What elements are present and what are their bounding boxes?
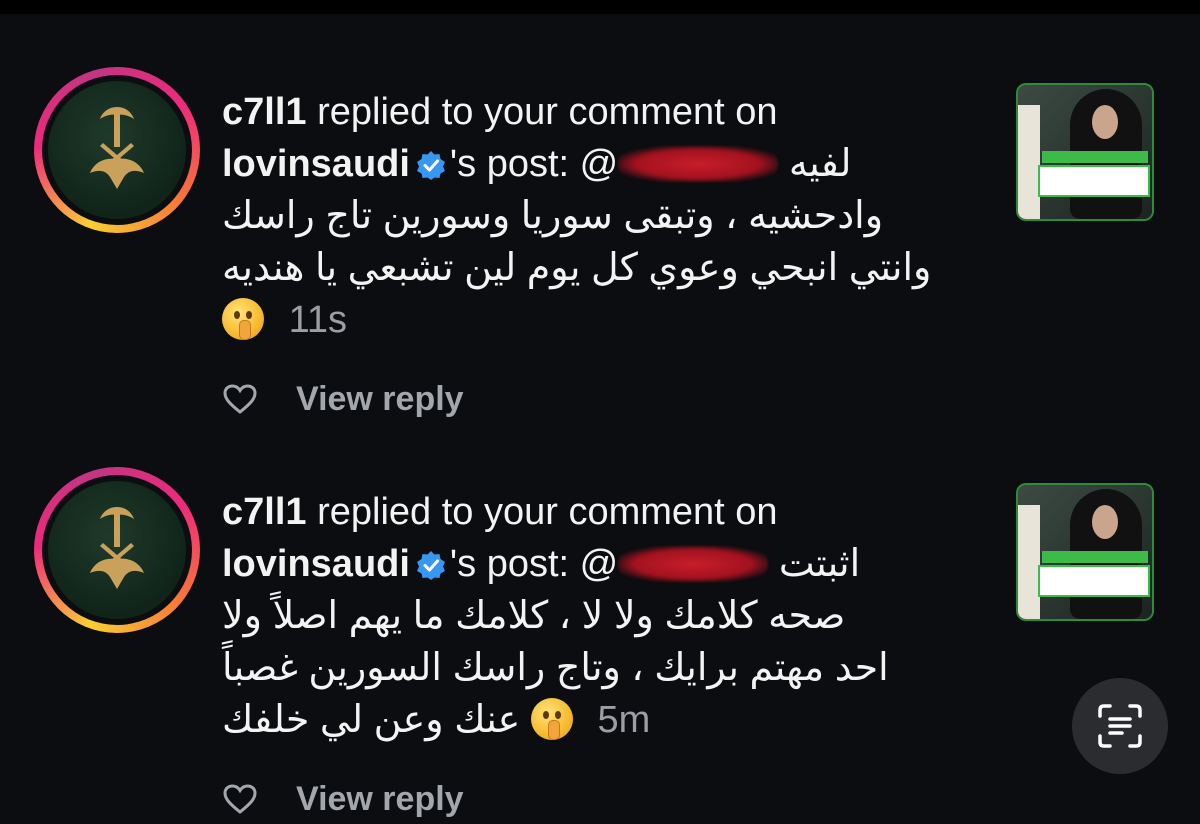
view-reply-button[interactable]: View reply xyxy=(296,780,464,819)
shushing-face-emoji xyxy=(222,298,264,340)
timestamp: 11s xyxy=(288,299,348,341)
post-owner[interactable]: lovinsaudi xyxy=(222,543,410,585)
post-owner[interactable]: lovinsaudi xyxy=(222,143,410,185)
comment-first-word: اثبتت xyxy=(778,543,861,585)
notification-text: c7ll1 replied to your comment on lovinsa… xyxy=(222,486,982,746)
text-scan-icon xyxy=(1098,704,1142,748)
redacted-handle xyxy=(618,146,779,182)
comment-line: عنك وعن لي خلفك xyxy=(222,699,521,741)
avatar[interactable] xyxy=(48,481,186,619)
emblem-icon xyxy=(90,107,144,189)
username[interactable]: c7ll1 xyxy=(222,91,307,133)
story-ring[interactable] xyxy=(34,467,200,633)
text-scan-button[interactable] xyxy=(1072,678,1168,774)
action-text: replied to your comment on xyxy=(317,91,778,133)
story-ring[interactable] xyxy=(34,67,200,233)
timestamp: 5m xyxy=(597,699,651,741)
comment-line: وانتي انبحي وعوي كل يوم لين تشبعي يا هند… xyxy=(222,247,932,289)
comment-line: صحه كلامك ولا لا ، كلامك ما يهم اصلاً ول… xyxy=(222,595,846,637)
comment-line: احد مهتم برايك ، وتاج راسك السورين غصباً xyxy=(222,647,889,689)
verified-badge-icon xyxy=(416,551,445,580)
notification-item[interactable]: c7ll1 replied to your comment on lovinsa… xyxy=(0,0,1200,418)
redacted-handle xyxy=(618,546,769,582)
post-suffix: 's post: @ xyxy=(449,543,619,585)
comment-first-word: لفيه xyxy=(788,143,852,185)
comment-line: وادحشيه ، وتبقى سوريا وسورين تاج راسك xyxy=(222,195,884,237)
action-text: replied to your comment on xyxy=(317,491,778,533)
post-thumbnail[interactable] xyxy=(1016,483,1154,621)
post-suffix: 's post: @ xyxy=(449,143,619,185)
shushing-face-emoji xyxy=(530,698,573,740)
emblem-icon xyxy=(90,507,144,589)
avatar[interactable] xyxy=(48,81,186,219)
notification-item[interactable]: c7ll1 replied to your comment on lovinsa… xyxy=(0,400,1200,818)
verified-badge-icon xyxy=(416,151,445,180)
notification-text: c7ll1 replied to your comment on lovinsa… xyxy=(222,86,982,346)
username[interactable]: c7ll1 xyxy=(222,491,307,533)
heart-outline-icon[interactable] xyxy=(222,783,258,815)
reply-actions: View reply xyxy=(222,774,464,824)
post-thumbnail[interactable] xyxy=(1016,83,1154,221)
